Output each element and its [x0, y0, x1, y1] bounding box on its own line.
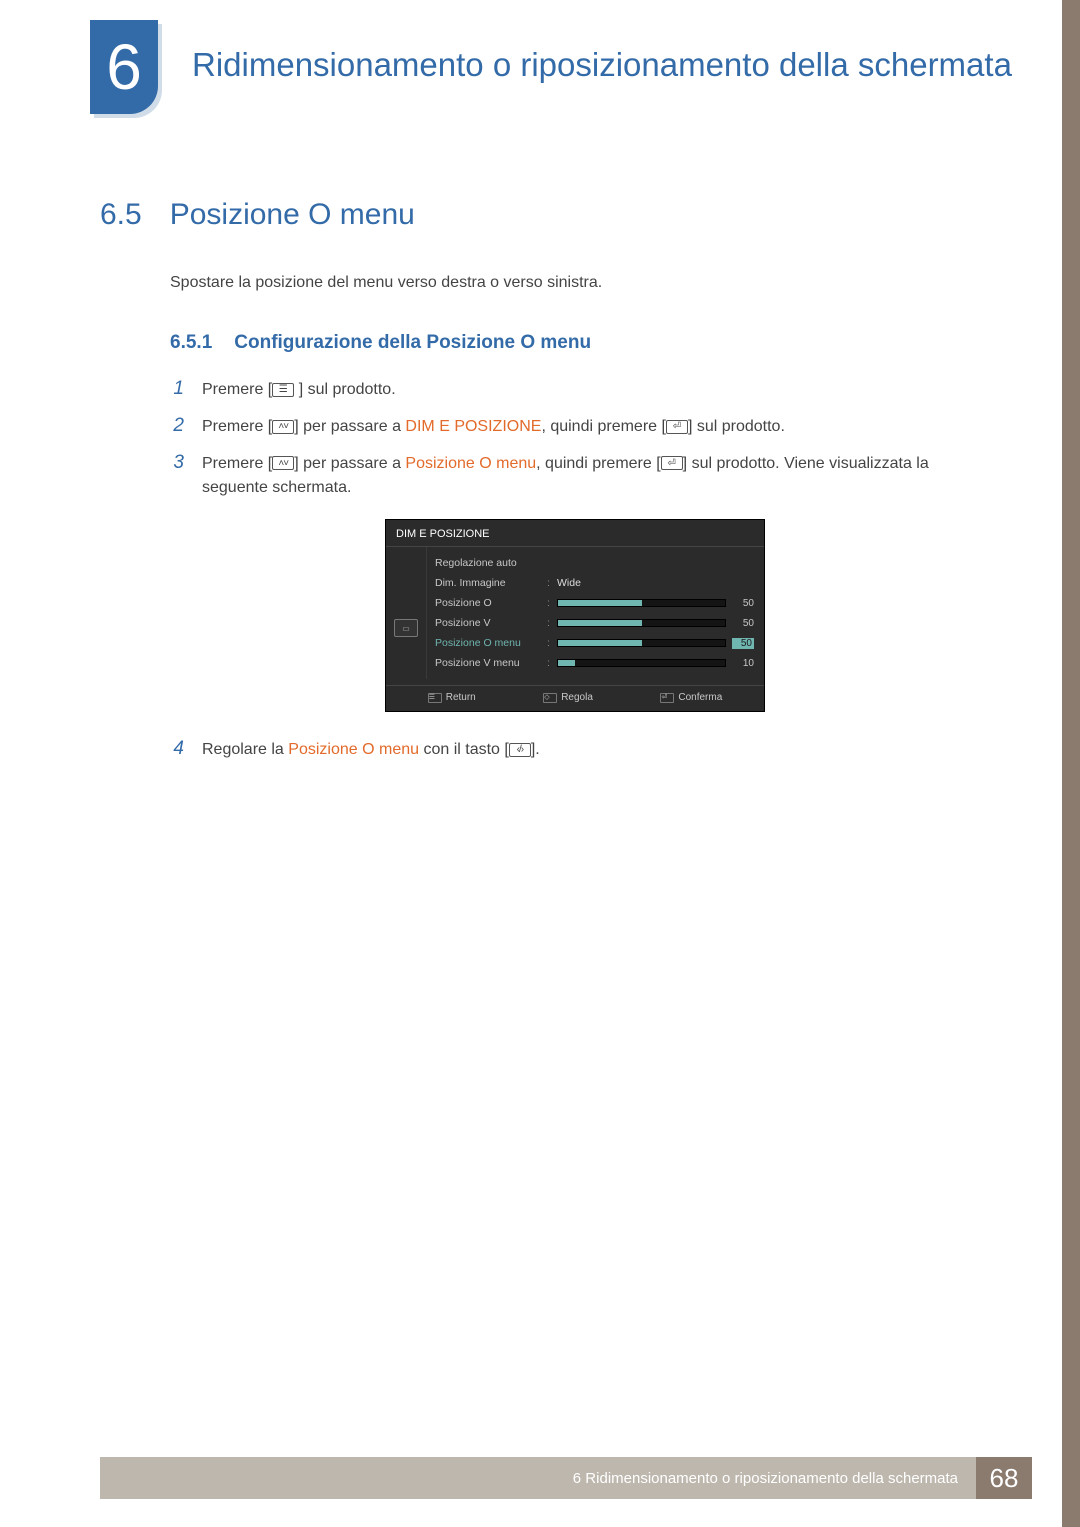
- osd-slider: [557, 639, 726, 647]
- highlight-text: Posizione O menu: [288, 741, 419, 758]
- osd-rows: Regolazione autoDim. Immagine:WidePosizi…: [426, 547, 764, 679]
- osd-row: Posizione V:50: [435, 613, 754, 633]
- chapter-badge: 6: [90, 20, 162, 118]
- enter-icon: [666, 420, 688, 434]
- step-4: 4 Regolare la Posizione O menu con il ta…: [170, 738, 980, 763]
- highlight-text: Posizione O menu: [405, 455, 536, 472]
- subsection-number: 6.5.1: [170, 332, 212, 354]
- osd-footer-regola: Regola: [561, 692, 593, 703]
- osd-screenshot: DIM E POSIZIONE ▭ Regolazione auto Dim. I…: [385, 519, 765, 712]
- osd-row-value: Wide: [557, 577, 581, 589]
- highlight-text: DIM E POSIZIONE: [405, 418, 541, 435]
- section-intro: Spostare la posizione del menu verso des…: [170, 274, 980, 292]
- page-content: 6.5 Posizione O menu Spostare la posizio…: [0, 118, 1080, 763]
- subsection-heading: 6.5.1 Configurazione della Posizione O m…: [170, 332, 980, 354]
- osd-slider-value: 50: [732, 598, 754, 609]
- osd-category-icon-column: ▭: [386, 547, 426, 679]
- section-title: Posizione O menu: [170, 198, 415, 232]
- step-text: Regolare la Posizione O menu con il tast…: [202, 738, 540, 763]
- osd-footer-return: Return: [446, 692, 476, 703]
- osd-title: DIM E POSIZIONE: [386, 520, 764, 547]
- step-number: 2: [170, 415, 184, 437]
- step-1: 1 Premere [ ] sul prodotto.: [170, 378, 980, 403]
- osd-row: Regolazione auto: [435, 553, 754, 573]
- osd-slider: [557, 619, 726, 627]
- step-3: 3 Premere [] per passare a Posizione O m…: [170, 452, 980, 502]
- section-heading: 6.5 Posizione O menu: [100, 198, 980, 232]
- step-2: 2 Premere [] per passare a DIM E POSIZIO…: [170, 415, 980, 440]
- up-down-icon: [272, 456, 294, 470]
- return-icon: ☰: [428, 693, 442, 703]
- osd-slider: [557, 599, 726, 607]
- osd-row: Posizione O:50: [435, 593, 754, 613]
- step-text: Premere [ ] sul prodotto.: [202, 378, 396, 403]
- left-right-icon: [509, 743, 531, 757]
- osd-row-label: Posizione O menu: [435, 637, 547, 649]
- adjust-icon: ◇: [543, 693, 557, 703]
- osd-row: Dim. Immagine:Wide: [435, 573, 754, 593]
- subsection-title: Configurazione della Posizione O menu: [234, 332, 591, 354]
- page-footer: 6 Ridimensionamento o riposizionamento d…: [100, 1457, 1032, 1499]
- osd-panel: DIM E POSIZIONE ▭ Regolazione auto Dim. I…: [385, 519, 765, 712]
- page-number: 68: [976, 1457, 1032, 1499]
- osd-row: Posizione O menu:50: [435, 633, 754, 653]
- osd-slider-value: 50: [732, 618, 754, 629]
- footer-chapter-label: 6 Ridimensionamento o riposizionamento d…: [100, 1457, 976, 1499]
- osd-footer: ☰ Return ◇ Regola ⏎ Conferma: [386, 685, 764, 703]
- osd-row-label: Posizione O: [435, 597, 547, 609]
- osd-slider-value: 10: [732, 658, 754, 669]
- osd-row-label: Dim. Immagine: [435, 577, 547, 589]
- chapter-title: Ridimensionamento o riposizionamento del…: [192, 20, 1012, 85]
- osd-row-label: Posizione V: [435, 617, 547, 629]
- page-header: 6 Ridimensionamento o riposizionamento d…: [0, 0, 1080, 118]
- step-number: 4: [170, 738, 184, 760]
- step-text: Premere [] per passare a DIM E POSIZIONE…: [202, 415, 785, 440]
- confirm-icon: ⏎: [660, 693, 674, 703]
- osd-slider: [557, 659, 726, 667]
- step-text: Premere [] per passare a Posizione O men…: [202, 452, 980, 502]
- side-tab: [1062, 0, 1080, 1527]
- osd-footer-conferma: Conferma: [678, 692, 722, 703]
- step-number: 3: [170, 452, 184, 474]
- step-number: 1: [170, 378, 184, 400]
- enter-icon: [661, 456, 683, 470]
- osd-row-label: Posizione V menu: [435, 657, 547, 669]
- osd-row-label: Regolazione auto: [435, 557, 547, 569]
- osd-row: Posizione V menu:10: [435, 653, 754, 673]
- menu-icon: [272, 383, 294, 397]
- section-number: 6.5: [100, 198, 142, 232]
- size-position-icon: ▭: [394, 619, 418, 637]
- osd-slider-value: 50: [732, 638, 754, 649]
- chapter-number: 6: [106, 30, 142, 104]
- steps-list: 1 Premere [ ] sul prodotto. 2 Premere []…: [170, 378, 980, 763]
- up-down-icon: [272, 420, 294, 434]
